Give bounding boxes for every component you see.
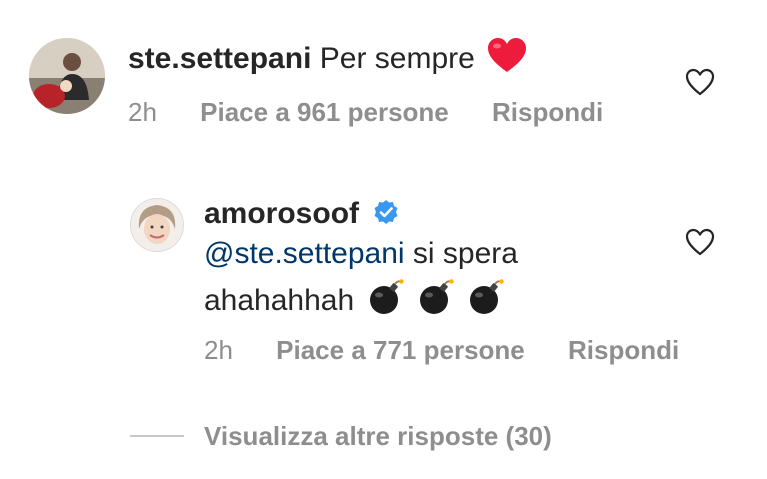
reply-time: 2h	[204, 335, 233, 365]
verified-badge-icon	[373, 198, 399, 234]
comment-body: Per sempre	[319, 42, 475, 75]
reply-body-line2: ahahahhah	[204, 278, 505, 325]
avatar[interactable]	[29, 38, 105, 114]
reply-reply-button[interactable]: Rispondi	[568, 335, 679, 365]
profile-photo-icon	[29, 38, 105, 114]
reply-body-line1: @ste.settepani si spera	[204, 236, 518, 272]
red-heart-emoji-icon	[487, 38, 527, 83]
comment: ste.settepani Per sempre 2h Piace a 961 …	[0, 0, 767, 150]
like-heart-icon[interactable]	[685, 68, 715, 96]
bomb-emoji-icon	[417, 278, 455, 325]
comment-username[interactable]: ste.settepani	[128, 42, 311, 75]
reply-header: amorosoof	[204, 196, 399, 234]
comment-reply-button[interactable]: Rispondi	[492, 97, 603, 127]
divider-line	[130, 435, 184, 437]
reply-comment: amorosoof @ste.settepani si spera ahahah…	[0, 190, 767, 380]
bomb-emoji-icon	[467, 278, 505, 325]
reply-text-line2: ahahahhah	[204, 284, 355, 317]
view-more-replies-button[interactable]: Visualizza altre risposte (30)	[130, 420, 552, 452]
comment-time: 2h	[128, 97, 157, 127]
reply-mention-link[interactable]: @ste.settepani	[204, 237, 405, 270]
comment-meta: 2h Piace a 961 persone Rispondi	[128, 96, 603, 128]
reply-text: si spera	[412, 237, 518, 270]
view-more-replies-label: Visualizza altre risposte (30)	[204, 420, 552, 451]
avatar[interactable]	[130, 198, 184, 252]
reply-meta: 2h Piace a 771 persone Rispondi	[204, 334, 679, 366]
comment-text: ste.settepani Per sempre	[128, 38, 527, 83]
reply-likes-link[interactable]: Piace a 771 persone	[276, 335, 525, 365]
like-heart-icon[interactable]	[685, 228, 715, 256]
profile-photo-icon	[131, 199, 183, 251]
reply-username[interactable]: amorosoof	[204, 197, 359, 230]
comment-likes-link[interactable]: Piace a 961 persone	[200, 97, 449, 127]
bomb-emoji-icon	[367, 278, 405, 325]
